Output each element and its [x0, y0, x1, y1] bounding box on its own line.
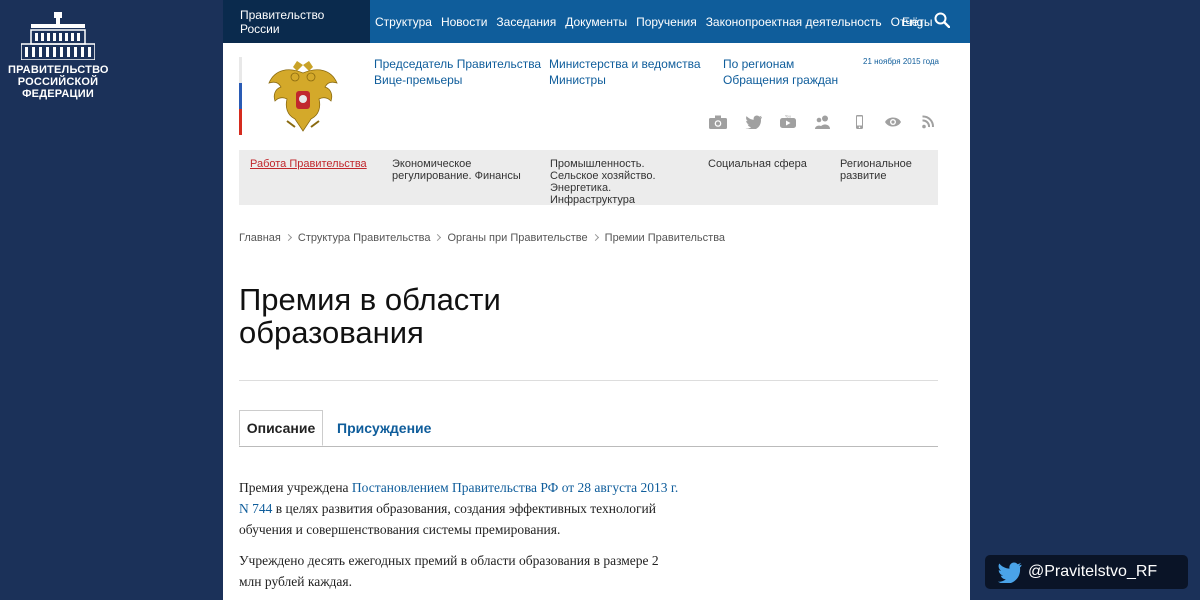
menu-item-industry[interactable]: Промышленность. Сельское хозяйство. Энер…: [550, 158, 695, 206]
russian-flag: [239, 57, 242, 135]
breadcrumb: Главная Структура Правительства Органы при…: [239, 232, 725, 244]
white-house-icon: [21, 12, 95, 60]
logo-line-1: ПРАВИТЕЛЬСТВО: [8, 64, 109, 76]
menu-item-government-work[interactable]: Работа Правительства: [250, 158, 375, 170]
twitter-badge[interactable]: @Pravitelstvo_RF: [985, 555, 1188, 589]
divider: [239, 380, 938, 381]
rss-icon[interactable]: [919, 115, 937, 129]
svg-text:You: You: [785, 115, 791, 119]
youtube-icon[interactable]: You: [779, 115, 797, 129]
language-switch[interactable]: Eng: [902, 15, 923, 29]
menu-item-regional[interactable]: Региональное развитие: [840, 158, 920, 182]
tab-description[interactable]: Описание: [239, 410, 323, 446]
breadcrumb-awards[interactable]: Премии Правительства: [605, 232, 725, 244]
twitter-handle: @Pravitelstvo_RF: [1028, 563, 1158, 580]
nav-item-news[interactable]: Новости: [441, 15, 487, 29]
eye-icon[interactable]: [884, 115, 902, 129]
camera-icon[interactable]: [709, 115, 727, 129]
tab-bar: Описание Присуждение: [239, 410, 938, 447]
content-paragraph-2: Учреждено десять ежегодных премий в обла…: [239, 553, 659, 589]
logo-line-2: РОССИЙСКОЙ: [17, 76, 99, 88]
link-regions[interactable]: По регионам: [723, 56, 838, 72]
breadcrumb-bodies[interactable]: Органы при Правительстве: [447, 232, 587, 244]
tab-awarding[interactable]: Присуждение: [337, 410, 431, 445]
current-date: 21 ноября 2015 года: [863, 57, 939, 66]
paragraph-text-start: Премия учреждена: [239, 480, 352, 495]
site-header: Председатель Правительства Вице-премьеры…: [223, 43, 970, 150]
twitter-bird-icon: [997, 562, 1022, 583]
content-paragraph-1: Премия учреждена Постановлением Правител…: [239, 477, 679, 540]
link-chairman[interactable]: Председатель Правительства: [374, 56, 541, 72]
nav-item-government[interactable]: Правительство России: [223, 0, 370, 43]
link-vice-premiers[interactable]: Вице-премьеры: [374, 72, 541, 88]
government-logo[interactable]: ПРАВИТЕЛЬСТВО РОССИЙСКОЙ ФЕДЕРАЦИИ: [8, 12, 109, 100]
menu-item-economy[interactable]: Экономическое регулирование. Финансы: [392, 158, 522, 182]
nav-item-documents[interactable]: Документы: [565, 15, 627, 29]
link-citizen-appeals[interactable]: Обращения граждан: [723, 72, 838, 88]
chevron-right-icon: [284, 233, 292, 242]
mobile-icon[interactable]: [850, 115, 868, 129]
nav-item-structure[interactable]: Структура: [375, 15, 432, 29]
sections-menu: Работа Правительства Экономическое регул…: [239, 150, 938, 206]
menu-item-social[interactable]: Социальная сфера: [708, 158, 828, 170]
top-navigation: Правительство России Структура Новости З…: [223, 0, 970, 43]
chevron-right-icon: [591, 233, 599, 242]
nav-item-instructions[interactable]: Поручения: [636, 15, 697, 29]
breadcrumb-home[interactable]: Главная: [239, 232, 281, 244]
twitter-icon[interactable]: [745, 115, 763, 129]
search-icon[interactable]: [934, 12, 950, 28]
logo-line-3: ФЕДЕРАЦИИ: [22, 88, 94, 100]
nav-item-legislation[interactable]: Законопроектная деятельность: [706, 15, 882, 29]
chevron-right-icon: [434, 233, 442, 242]
paragraph-text-end: в целях развития образования, создания э…: [239, 501, 657, 537]
page-column: Правительство России Структура Новости З…: [223, 0, 970, 600]
coat-of-arms-icon[interactable]: [267, 57, 339, 135]
link-ministries[interactable]: Министерства и ведомства: [549, 56, 701, 72]
page-title: Премия в области образования: [239, 282, 501, 350]
link-ministers[interactable]: Министры: [549, 72, 701, 88]
people-icon[interactable]: [814, 115, 832, 129]
breadcrumb-structure[interactable]: Структура Правительства: [298, 232, 431, 244]
nav-item-meetings[interactable]: Заседания: [496, 15, 556, 29]
